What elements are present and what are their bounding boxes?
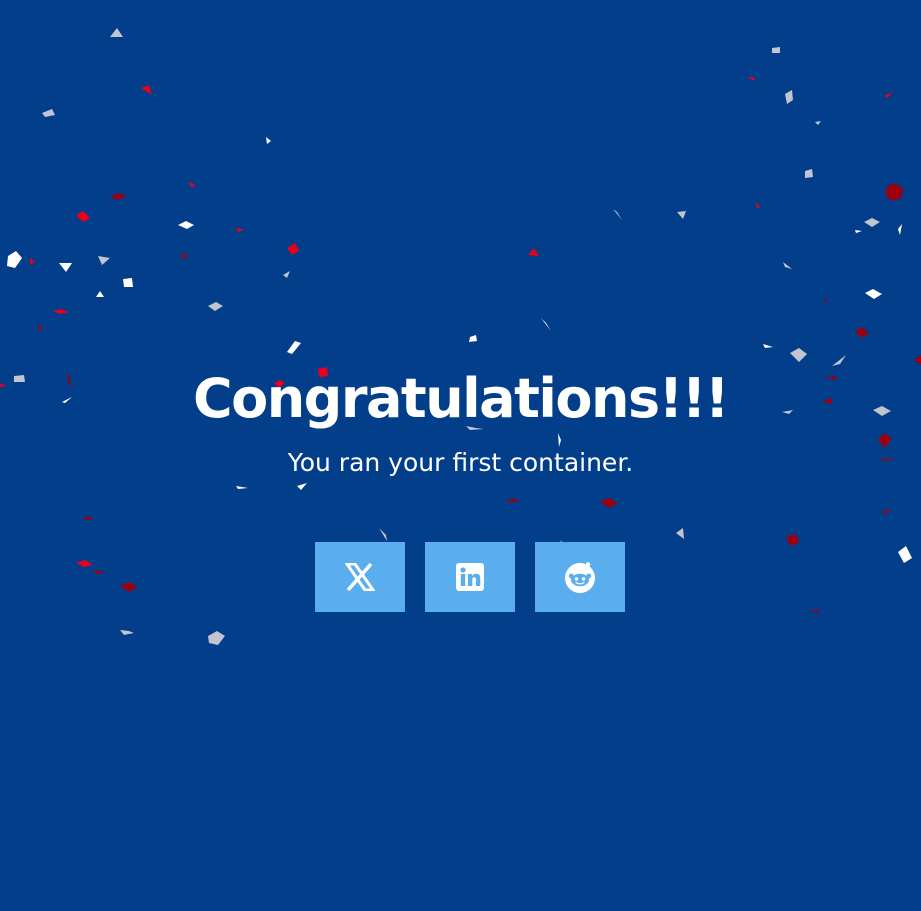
page: Congratulations!!! You ran your first co… [0, 0, 921, 911]
page-subtitle: You ran your first container. [287, 448, 634, 477]
share-linkedin-button[interactable] [425, 542, 515, 612]
hero: Congratulations!!! You ran your first co… [0, 365, 921, 479]
share-reddit-button[interactable] [535, 542, 625, 612]
reddit-icon [565, 562, 595, 593]
share-buttons [315, 542, 625, 612]
share-x-button[interactable] [315, 542, 405, 612]
page-title: Congratulations!!! [193, 367, 730, 430]
x-twitter-icon [345, 563, 375, 591]
linkedin-icon [456, 563, 484, 591]
